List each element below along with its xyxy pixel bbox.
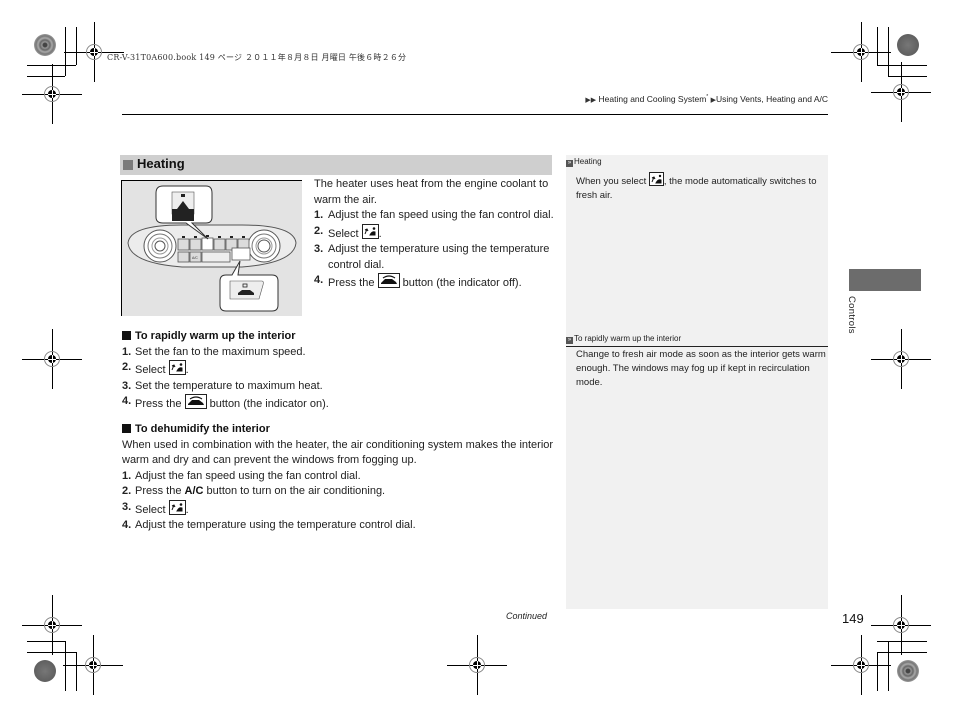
registration-mark-icon [64,22,124,82]
heating-instructions: The heater uses heat from the engine coo… [314,177,554,292]
note-text: When you select , the mode automatically… [576,172,826,203]
ac-label: A/C [192,256,198,260]
registration-mark-icon [871,329,931,389]
double-chevron-icon: » [566,337,573,344]
registration-mark-icon [871,62,931,122]
warm-up-section: To rapidly warm up the interior 1. Set th… [122,329,562,413]
subsection-marker-icon [122,424,131,433]
crop-line [877,65,927,66]
crop-line [76,652,77,691]
double-chevron-icon: » [566,160,573,167]
crop-line [76,27,77,65]
crop-line [888,641,889,691]
floor-vent-mode-icon [648,172,664,186]
registration-disc [34,660,56,682]
step: 3. Adjust the temperature using the tempe… [314,243,550,271]
recirculation-icon [184,394,207,409]
header-rule [122,114,828,115]
page-number: 149 [842,611,864,626]
step: 4. Press the button (the indicator off). [314,273,522,289]
breadcrumb-item[interactable]: Heating and Cooling System [599,94,707,104]
panel-drawing: A/C [127,185,297,312]
footnote-mark: * [706,94,709,101]
step: 2. Select . [122,360,189,376]
temperature-control-dial [247,229,281,263]
section-header: Heating [120,155,552,175]
crop-line [27,76,65,77]
section-title: Heating [137,156,185,171]
crop-line [877,652,878,691]
recirculation-button [231,247,251,261]
registration-mark-icon [63,635,123,695]
floor-vent-mode-icon [168,499,186,515]
note-text: Change to fresh air mode as soon as the … [576,349,826,388]
subsection-title: To rapidly warm up the interior [122,329,562,345]
registration-mark-icon [22,64,82,124]
print-file-info: CR-V-31T0A600.book 149 ページ ２０１１年８月８日 月曜日… [107,53,407,62]
crop-line [888,76,927,77]
registration-mark-icon [447,635,507,695]
step: 1. Adjust the fan speed using the fan con… [122,469,361,482]
step: 1. Set the fan to the maximum speed. [122,345,306,358]
step: 3. Set the temperature to maximum heat. [122,379,323,392]
recirculation-icon [377,273,400,288]
mode-button [177,238,190,251]
chapter-tab-label: Controls [846,296,857,334]
fan-control-dial [143,229,177,263]
section-marker-icon [123,160,133,170]
registration-disc [34,34,56,56]
mode-button [213,238,226,251]
continued-label: Continued [506,611,548,621]
climate-control-panel-illustration: A/C [121,180,302,316]
registration-mark-icon [22,329,82,389]
floor-vent-mode-icon [361,223,379,239]
floor-vent-mode-icon [168,360,186,375]
registration-mark-icon [831,22,891,82]
crop-line [877,27,878,65]
chapter-tab[interactable] [849,269,921,291]
step: 4. Adjust the temperature using the tempe… [122,519,416,531]
registration-disc [897,660,919,682]
note-heading: » Heating [566,157,602,167]
registration-disc [897,34,919,56]
max-defrost-button [177,251,190,263]
dehumidify-section: To dehumidify the interior When used in … [122,422,562,534]
step: 4. Press the button (the indicator on). [122,394,329,410]
crop-line [877,652,927,653]
breadcrumb-arrow-icon: ▶▶ [585,97,597,104]
step: 3. Select . [122,499,189,516]
step: 2. Select . [314,223,382,240]
step: 1. Adjust the fan speed using the fan con… [314,209,554,221]
step: 2. Press the A/C button to turn on the ai… [122,485,386,497]
dehumidify-intro: When used in combination with the heater… [122,438,554,467]
subsection-title: To dehumidify the interior [122,422,562,438]
crop-line [877,641,927,642]
note-divider [566,346,828,347]
crop-line [27,652,76,653]
display-area [201,251,231,263]
crop-line [27,641,65,642]
registration-mark-icon [22,595,82,655]
registration-mark-icon [831,635,891,695]
registration-mark-icon [871,595,931,655]
subsection-marker-icon [122,331,131,340]
heating-intro: The heater uses heat from the engine coo… [314,178,549,206]
mode-button [189,238,202,251]
floor-mode-button [201,237,214,251]
crop-line [65,641,66,691]
breadcrumb-item[interactable]: Using Vents, Heating and A/C [716,94,828,104]
note-heading: » To rapidly warm up the interior [566,334,682,344]
ac-button-label: A/C [184,485,204,497]
breadcrumb: ▶▶ Heating and Cooling System* ▶Using Ve… [585,94,828,104]
